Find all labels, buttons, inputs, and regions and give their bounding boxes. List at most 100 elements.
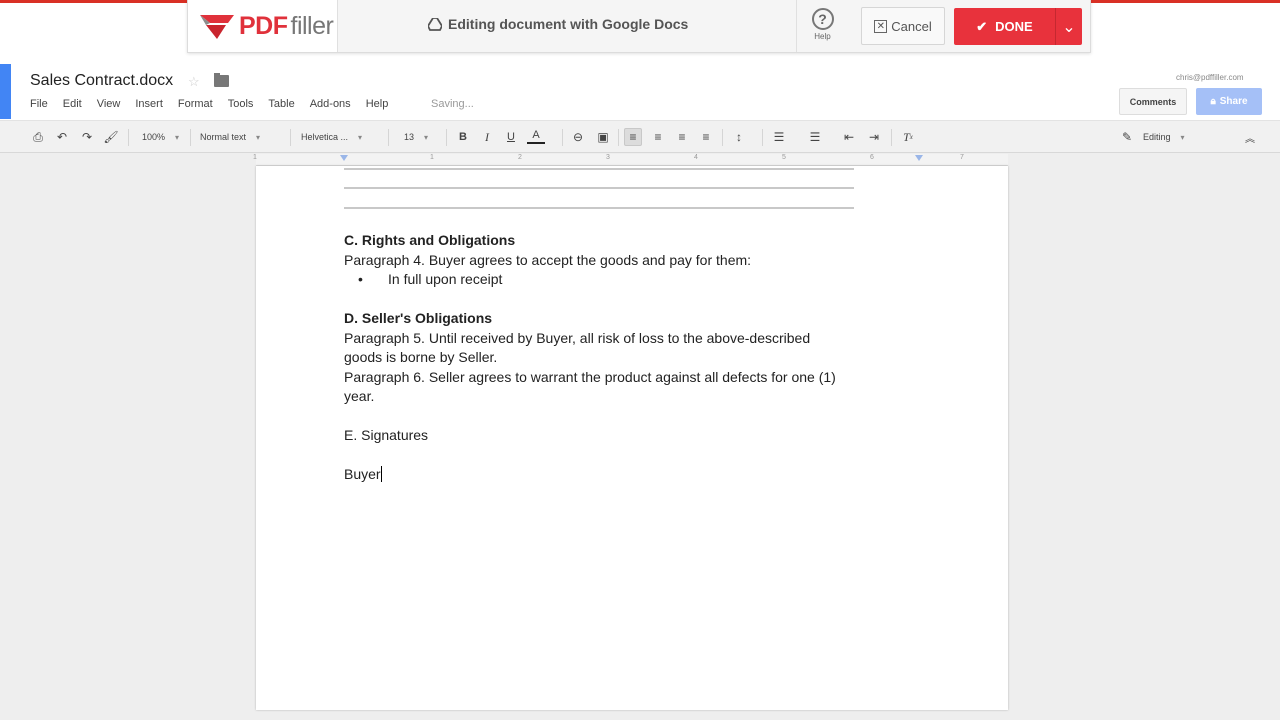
align-right-icon[interactable]: ≡ [673,128,691,146]
increase-indent-icon[interactable]: ⇥ [865,128,883,146]
line-spacing-icon[interactable]: ↕ [730,128,748,146]
share-label: Share [1219,96,1248,107]
menu-file[interactable]: File [30,98,48,110]
underline-icon[interactable]: U [502,128,520,146]
lock-icon: 🔒︎ [1210,96,1216,107]
folder-icon[interactable] [214,73,229,87]
buyer-line: Buyer [344,465,914,485]
close-icon: ✕ [874,19,888,33]
done-button[interactable]: ✔ DONE ⌄ [954,8,1082,45]
google-drive-icon [428,17,442,31]
section-e-signatures: E. Signatures [344,427,429,443]
align-justify-icon[interactable]: ≡ [697,128,715,146]
right-indent-marker[interactable] [915,155,923,161]
toolbar-divider [618,129,619,146]
text-cursor [380,466,382,482]
undo-icon[interactable]: ↶ [53,128,71,146]
paint-format-icon[interactable]: 🖌︎ [102,128,120,146]
ruler-number: 6 [870,154,874,161]
toolbar-divider [290,129,291,146]
menu-edit[interactable]: Edit [63,98,82,110]
cancel-button[interactable]: ✕ Cancel [861,7,945,45]
horizontal-rule [344,207,854,209]
decrease-indent-icon[interactable]: ⇤ [840,128,858,146]
editing-status-text: Editing document with Google Docs [448,16,689,32]
menu-addons[interactable]: Add-ons [310,98,351,110]
toolbar-divider [388,129,389,146]
style-select[interactable]: Normal text [200,128,260,146]
paragraph-5-line-2: goods is borne by Seller. [344,349,498,365]
menu-table[interactable]: Table [268,98,294,110]
paragraph-4: Paragraph 4. Buyer agrees to accept the … [344,251,752,268]
section-d-heading: D. Seller's Obligations [344,310,493,326]
section-c-heading: C. Rights and Obligations [344,232,516,248]
editing-mode-select[interactable]: Editing [1143,128,1185,146]
print-icon[interactable]: ⎙ [29,128,47,146]
docs-home-tab[interactable] [0,64,11,119]
pencil-icon: ✎ [1121,130,1133,144]
menu-tools[interactable]: Tools [228,98,254,110]
document-page[interactable]: C. Rights and Obligations Paragraph 4. B… [256,166,1008,710]
paragraph-6-line-1: Paragraph 6. Seller agrees to warrant th… [344,368,836,385]
toolbar-divider [562,129,563,146]
bold-icon[interactable]: B [454,128,472,146]
ruler-number: 1 [430,154,434,161]
bulleted-list-icon[interactable]: ☰ [806,128,824,146]
menu-help[interactable]: Help [366,98,389,110]
menu-insert[interactable]: Insert [135,98,163,110]
pdffiller-logo-icon [200,15,234,39]
ruler-number: 2 [518,154,522,161]
link-icon[interactable]: ⊖ [569,128,587,146]
redo-icon[interactable]: ↷ [78,128,96,146]
toolbar-divider [762,129,763,146]
horizontal-rule [344,168,854,170]
toolbar-divider [722,129,723,146]
collapse-toolbar-icon[interactable]: ︽ [1241,128,1259,146]
account-email[interactable]: chris@pdffiller.com [1176,73,1244,82]
ruler[interactable]: 1 1 2 3 4 5 6 7 [0,154,1280,166]
toolbar-divider [891,129,892,146]
star-icon[interactable]: ☆ [188,74,200,90]
document-body[interactable]: C. Rights and Obligations Paragraph 4. B… [344,231,914,485]
pdffiller-logo: PDF filler [188,0,338,52]
formatting-toolbar: ⎙ ↶ ↷ 🖌︎ 100% Normal text Helvetica ... … [0,120,1280,153]
ruler-number: 3 [606,154,610,161]
bullet-item: • In full upon receipt [344,270,914,290]
numbered-list-icon[interactable]: ☰ [770,128,788,146]
ruler-number: 7 [960,154,964,161]
zoom-select[interactable]: 100% [142,128,179,146]
checkmark-icon: ✔ [976,18,988,34]
ruler-track[interactable] [256,154,1008,166]
font-select[interactable]: Helvetica ... [301,128,362,146]
share-button[interactable]: 🔒︎ Share [1196,88,1262,115]
comment-icon[interactable]: ▣ [594,128,612,146]
help-label: Help [814,32,831,41]
text-color-icon[interactable]: A [527,128,545,144]
toolbar-divider [128,129,129,146]
menu-view[interactable]: View [97,98,121,110]
align-left-icon[interactable]: ≡ [624,128,642,146]
italic-icon[interactable]: I [478,128,496,146]
done-main[interactable]: ✔ DONE [954,8,1055,45]
done-dropdown-chevron-icon[interactable]: ⌄ [1055,8,1082,45]
align-center-icon[interactable]: ≡ [649,128,667,146]
logo-text-filler: filler [290,11,334,40]
save-status: Saving... [431,98,474,110]
paragraph-6-line-2: year. [344,388,375,404]
bullet-dot-icon: • [358,271,363,287]
ruler-number: 1 [253,154,257,161]
document-title[interactable]: Sales Contract.docx [30,72,173,90]
font-size-select[interactable]: 13 [404,128,428,146]
comments-button[interactable]: Comments [1119,88,1187,115]
bullet-text: In full upon receipt [388,271,503,287]
menu-format[interactable]: Format [178,98,213,110]
help-button[interactable]: ? Help [796,0,848,52]
left-indent-marker[interactable] [340,155,348,161]
clear-formatting-icon[interactable]: Tx [899,128,917,146]
cancel-label: Cancel [891,18,932,34]
toolbar-divider [190,129,191,146]
done-label: DONE [995,19,1033,34]
